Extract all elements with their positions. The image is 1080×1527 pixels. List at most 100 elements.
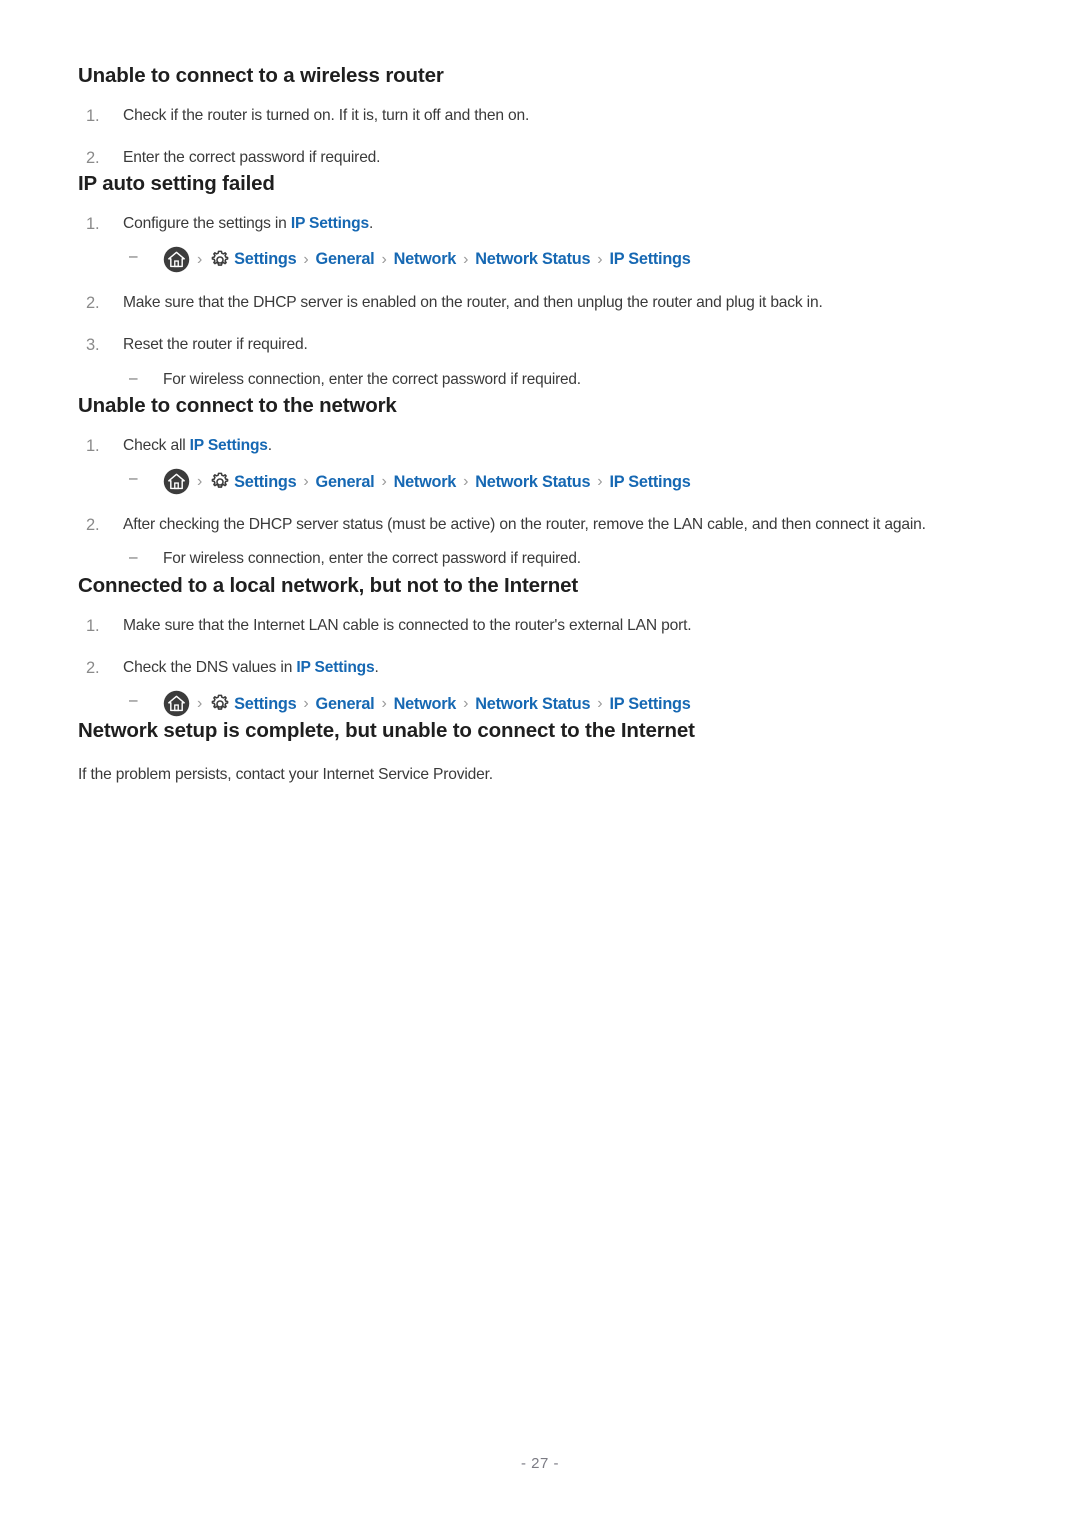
list-item: 3. Reset the router if required. – For w… [78,332,1008,392]
step-list-ip-auto-setting: 1. Configure the settings in IP Settings… [78,211,1008,392]
breadcrumb-item-ip-settings[interactable]: IP Settings [609,695,690,712]
breadcrumb-item-network[interactable]: Network [394,251,457,268]
step-list-wireless-router: 1. Check if the router is turned on. If … [78,103,1008,171]
breadcrumb: › Settings › General › Network › Network… [163,468,1008,495]
breadcrumb-item-general[interactable]: General [316,251,375,268]
chevron-right-icon: › [597,250,603,268]
step-number: 2. [86,148,100,167]
link-ip-settings[interactable]: IP Settings [190,437,268,454]
gear-icon[interactable] [209,471,231,493]
step-text: Make sure that the DHCP server is enable… [123,294,823,312]
breadcrumb-item-settings[interactable]: Settings [234,695,296,712]
sub-list-item: – For wireless connection, enter the cor… [123,547,1008,572]
dash-icon: – [129,692,138,710]
chevron-right-icon: › [303,472,309,490]
list-item: 2. After checking the DHCP server status… [78,512,1008,572]
page-number: - 27 - [520,1455,559,1472]
sub-list-text: For wireless connection, enter the corre… [163,370,581,388]
home-icon[interactable] [163,468,190,495]
list-item: 1. Check all IP Settings. – › Settings ›… [78,433,1008,495]
step-list-unable-connect-network: 1. Check all IP Settings. – › Settings ›… [78,433,1008,572]
step-number: 3. [86,336,100,355]
sub-list: – › Settings › General › Network › Netwo… [123,246,1008,273]
breadcrumb-item-general[interactable]: General [316,473,375,490]
breadcrumb-item-settings[interactable]: Settings [234,251,296,268]
chevron-right-icon: › [381,472,387,490]
dash-icon: – [129,549,138,567]
chevron-right-icon: › [303,250,309,268]
breadcrumb: › Settings › General › Network › Network… [163,246,1008,273]
step-number: 1. [86,106,100,125]
step-text-after: . [368,214,374,232]
breadcrumb-item-network[interactable]: Network [394,695,457,712]
paragraph-isp-contact: If the problem persists, contact your In… [78,765,493,783]
chevron-right-icon: › [463,250,469,268]
breadcrumb-item-network-status[interactable]: Network Status [475,695,590,712]
page-content: Unable to connect to a wireless router 1… [78,62,1008,787]
list-item: 2. Enter the correct password if require… [78,145,1008,170]
step-text-after: . [374,658,379,676]
breadcrumb-item-general[interactable]: General [316,695,375,712]
breadcrumb: › Settings › General › Network › Network… [163,690,1008,717]
dash-icon: – [129,470,138,488]
list-item: 2. Check the DNS values in IP Settings. … [78,655,1008,717]
home-icon[interactable] [163,690,190,717]
home-icon[interactable] [163,246,190,273]
breadcrumb-sub-item: – › Settings › General › Network › Netwo… [123,468,1008,495]
dash-icon: – [129,248,138,266]
chevron-right-icon: › [197,250,203,268]
step-number: 2. [86,658,100,677]
step-number: 1. [86,214,100,233]
section-heading-unable-connect-network: Unable to connect to the network [78,394,397,418]
sub-list-item: – For wireless connection, enter the cor… [123,368,1008,393]
section-heading-ip-auto-setting-failed: IP auto setting failed [78,172,275,196]
chevron-right-icon: › [463,694,469,712]
list-item: 1. Make sure that the Internet LAN cable… [78,613,1008,638]
step-text: After checking the DHCP server status (m… [123,516,926,534]
step-text: Enter the correct password if required. [123,148,381,166]
step-text: Reset the router if required. [123,336,308,354]
document-page: Unable to connect to a wireless router 1… [0,0,1080,1527]
breadcrumb-sub-item: – › Settings › General › Network › Netwo… [123,246,1008,273]
link-ip-settings[interactable]: IP Settings [296,659,374,676]
step-text-before: Check the DNS values in [123,658,297,676]
sub-list-text: For wireless connection, enter the corre… [163,550,581,568]
gear-icon[interactable] [209,693,231,715]
breadcrumb-sub-item: – › Settings › General › Network › Netwo… [123,690,1008,717]
step-list-connected-local-network: 1. Make sure that the Internet LAN cable… [78,613,1008,718]
gear-icon[interactable] [209,249,231,271]
chevron-right-icon: › [597,694,603,712]
list-item: 1. Configure the settings in IP Settings… [78,211,1008,273]
step-number: 1. [86,616,100,635]
dash-icon: – [129,369,138,387]
chevron-right-icon: › [197,694,203,712]
step-text-after: . [267,436,272,454]
sub-list: – › Settings › General › Network › Netwo… [123,468,1008,495]
step-number: 2. [86,516,100,535]
breadcrumb-item-ip-settings[interactable]: IP Settings [609,251,690,268]
breadcrumb-item-network-status[interactable]: Network Status [475,473,590,490]
chevron-right-icon: › [597,472,603,490]
step-text: Check if the router is turned on. If it … [123,106,530,124]
sub-list: – › Settings › General › Network › Netwo… [123,690,1008,717]
chevron-right-icon: › [303,694,309,712]
sub-list: – For wireless connection, enter the cor… [123,547,1008,572]
breadcrumb-item-settings[interactable]: Settings [234,473,296,490]
step-text: Make sure that the Internet LAN cable is… [123,616,692,634]
chevron-right-icon: › [381,250,387,268]
chevron-right-icon: › [197,472,203,490]
breadcrumb-item-network[interactable]: Network [394,473,457,490]
section-heading-connected-local-network: Connected to a local network, but not to… [78,574,579,598]
list-item: 2. Make sure that the DHCP server is ena… [78,290,1008,315]
section-heading-unable-wireless-router: Unable to connect to a wireless router [78,64,444,87]
list-item: 1. Check if the router is turned on. If … [78,103,1008,128]
sub-list: – For wireless connection, enter the cor… [123,368,1008,393]
chevron-right-icon: › [463,472,469,490]
breadcrumb-item-ip-settings[interactable]: IP Settings [609,473,690,490]
step-text-before: Check all [123,436,190,454]
chevron-right-icon: › [381,694,387,712]
breadcrumb-item-network-status[interactable]: Network Status [475,251,590,268]
step-number: 1. [86,436,100,455]
link-ip-settings[interactable]: IP Settings [291,215,369,232]
step-number: 2. [86,294,100,313]
